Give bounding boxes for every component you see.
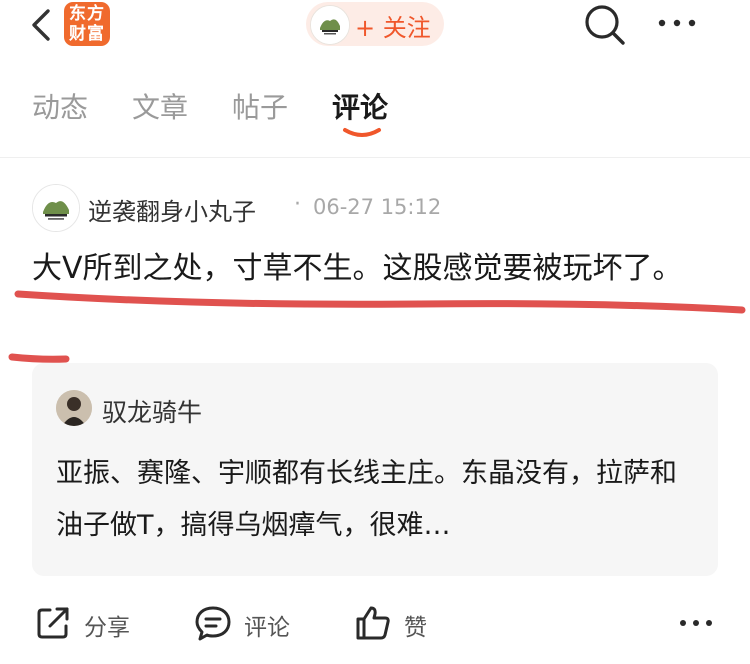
avatar[interactable] <box>32 184 80 232</box>
share-label[interactable]: 分享 <box>84 608 130 642</box>
tab-divider <box>0 157 750 158</box>
red-underline-markup <box>8 290 746 363</box>
back-icon[interactable] <box>26 8 56 42</box>
followed-user-avatar <box>310 5 350 45</box>
comment-icon[interactable] <box>194 604 232 642</box>
share-icon[interactable] <box>34 604 72 642</box>
more-icon[interactable] <box>656 10 698 36</box>
meta-separator: · <box>294 192 301 217</box>
post-username[interactable]: 逆袭翻身小丸子 <box>88 192 256 227</box>
search-icon[interactable] <box>582 2 628 48</box>
quoted-comment-text: 亚振、赛隆、宇顺都有长线主庄。东晶没有，拉萨和油子做T，搞得乌烟瘴气，很难… <box>56 458 677 541</box>
post-timestamp: 06-27 15:12 <box>313 195 442 219</box>
tab-comments[interactable]: 评论 <box>332 86 388 126</box>
comment-label[interactable]: 评论 <box>244 608 290 642</box>
more-options-icon[interactable] <box>678 616 714 630</box>
app-logo: 东方 财富 <box>64 2 110 46</box>
quoted-username[interactable]: 驭龙骑牛 <box>102 393 202 429</box>
active-tab-indicator <box>343 128 381 137</box>
thumbs-up-icon[interactable] <box>354 604 392 642</box>
tab-posts[interactable]: 帖子 <box>232 86 288 126</box>
tab-articles[interactable]: 文章 <box>132 86 188 126</box>
post-text: 大V所到之处，寸草不生。这股感觉要被玩坏了。 <box>32 251 683 286</box>
like-label[interactable]: 赞 <box>404 608 427 642</box>
tab-dynamic[interactable]: 动态 <box>32 86 88 126</box>
quoted-user-avatar[interactable] <box>56 390 92 426</box>
follow-label[interactable]: + 关注 <box>355 8 431 43</box>
